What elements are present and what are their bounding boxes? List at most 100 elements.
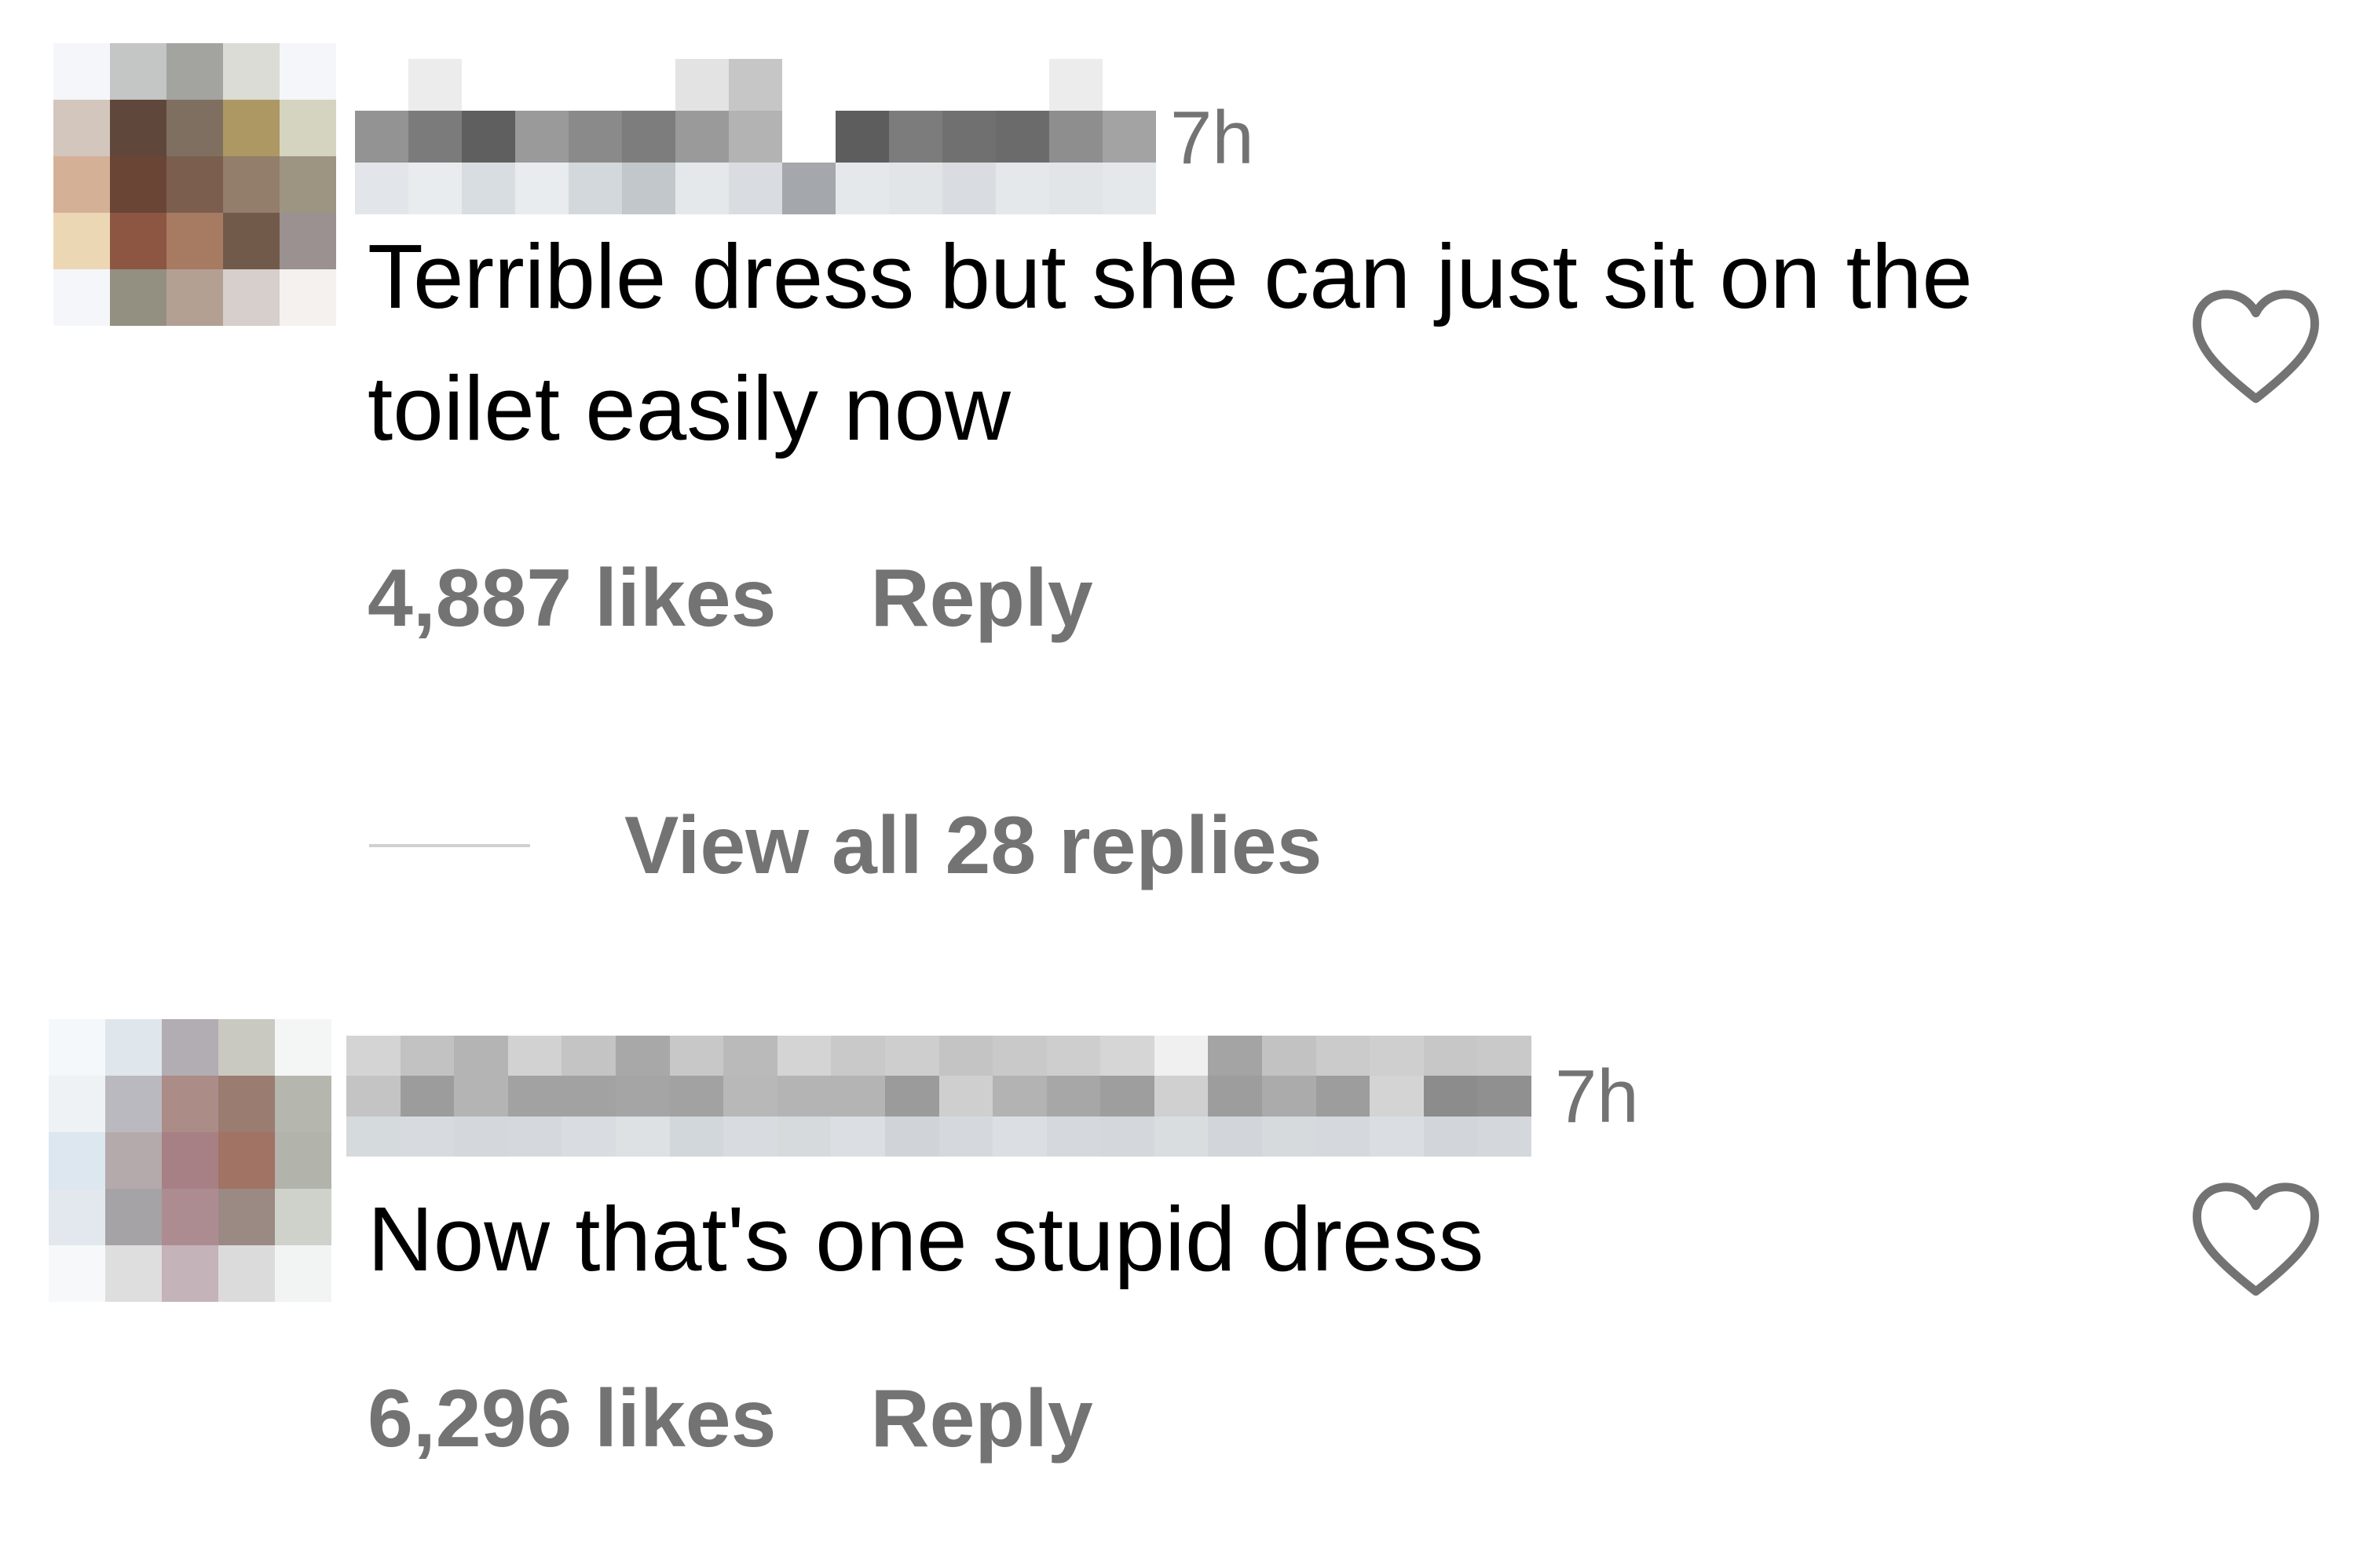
avatar-pixel [280,213,336,269]
username-pixel [675,163,729,214]
username-pixel [669,1036,724,1076]
comment-meta: 4,887 likes Reply [368,557,1093,639]
avatar-pixel [275,1076,331,1132]
username-pixelated[interactable] [355,59,1156,214]
heart-icon [2193,1182,2319,1296]
username-pixel [1049,163,1103,214]
avatar-pixel [49,1245,105,1302]
username-pixel [993,1116,1047,1157]
username-pixel [615,1116,670,1157]
username-pixel [884,1076,939,1117]
username-pixel [669,1076,724,1117]
username-pixel [1315,1116,1370,1157]
avatar-pixel [223,269,280,326]
username-pixel [454,1036,508,1076]
view-replies-button[interactable]: View all 28 replies [369,805,1322,886]
username-pixel [1046,1116,1101,1157]
avatar-pixel [166,269,223,326]
avatar-pixel [110,100,166,156]
avatar-pixel [162,1076,218,1132]
reply-button[interactable]: Reply [870,557,1092,639]
like-button[interactable] [2191,289,2321,407]
heart-icon [2193,290,2319,404]
username-pixel [1477,1116,1531,1157]
avatar-pixel [162,1132,218,1189]
avatar-pixel [105,1019,162,1076]
username-pixel [777,1036,832,1076]
avatar-pixel [275,1019,331,1076]
username-pixel [831,1076,885,1117]
username-pixel [515,111,569,163]
avatar-pixel [110,43,166,100]
username-pixel [996,59,1049,111]
username-pixel [1262,1076,1316,1117]
like-button[interactable] [2191,1182,2321,1299]
avatar-pixel [280,269,336,326]
username-pixel [831,1036,885,1076]
avatar-pixel [53,100,110,156]
likes-count[interactable]: 6,296 likes [368,1378,776,1460]
username-pixel [1315,1036,1370,1076]
comment-timestamp[interactable]: 7h [1170,101,1254,176]
username-pixel [346,1076,401,1117]
username-pixel [1103,111,1156,163]
username-pixel [942,163,996,214]
username-pixel [889,163,942,214]
username-pixel [675,111,729,163]
username-pixel [622,163,675,214]
username-pixel [938,1036,993,1076]
username-pixel [777,1076,832,1117]
username-pixel [782,111,836,163]
username-pixel [1208,1036,1263,1076]
username-pixel [1315,1076,1370,1117]
username-pixel [562,1076,616,1117]
username-pixel [1423,1116,1478,1157]
username-pixel [942,59,996,111]
avatar-pixel [223,100,280,156]
avatar-pixel [275,1245,331,1302]
username-pixelated[interactable] [346,1036,1531,1157]
avatar-pixel [218,1076,275,1132]
username-pixel [1154,1036,1209,1076]
comment-text: Terrible dress but she can just sit on t… [368,225,1973,459]
comment-timestamp[interactable]: 7h [1555,1059,1639,1135]
username-pixel [622,59,675,111]
username-pixel [996,163,1049,214]
avatar-pixel [49,1019,105,1076]
username-pixel [993,1036,1047,1076]
username-pixel [454,1116,508,1157]
username-pixel [454,1076,508,1117]
avatar[interactable] [49,1019,331,1302]
avatar[interactable] [53,43,336,326]
avatar-pixel [166,43,223,100]
likes-count[interactable]: 4,887 likes [368,557,776,639]
username-pixel [1100,1076,1154,1117]
username-pixel [942,111,996,163]
comment-item: 7h Now that's one stupid dress 6,296 lik… [0,981,2356,1531]
avatar-pixel [105,1189,162,1245]
username-pixel [1423,1036,1478,1076]
username-pixel [993,1076,1047,1117]
avatar-pixel [110,156,166,213]
avatar-pixel [218,1019,275,1076]
avatar-pixel [223,156,280,213]
username-pixel [1423,1076,1478,1117]
username-pixel [507,1116,562,1157]
reply-button[interactable]: Reply [870,1378,1092,1460]
username-pixel [515,163,569,214]
username-pixel [675,59,729,111]
username-pixel [884,1116,939,1157]
comment-meta: 6,296 likes Reply [368,1378,1093,1460]
avatar-pixel [218,1189,275,1245]
username-pixel [1100,1116,1154,1157]
username-pixel [1262,1116,1316,1157]
username-pixel [1477,1076,1531,1117]
username-pixel [884,1036,939,1076]
replies-divider-line [369,844,530,847]
avatar-pixel [280,100,336,156]
username-pixel [355,111,408,163]
avatar-pixel [280,156,336,213]
username-pixel [355,163,408,214]
username-pixel [408,111,462,163]
username-pixel [777,1116,832,1157]
